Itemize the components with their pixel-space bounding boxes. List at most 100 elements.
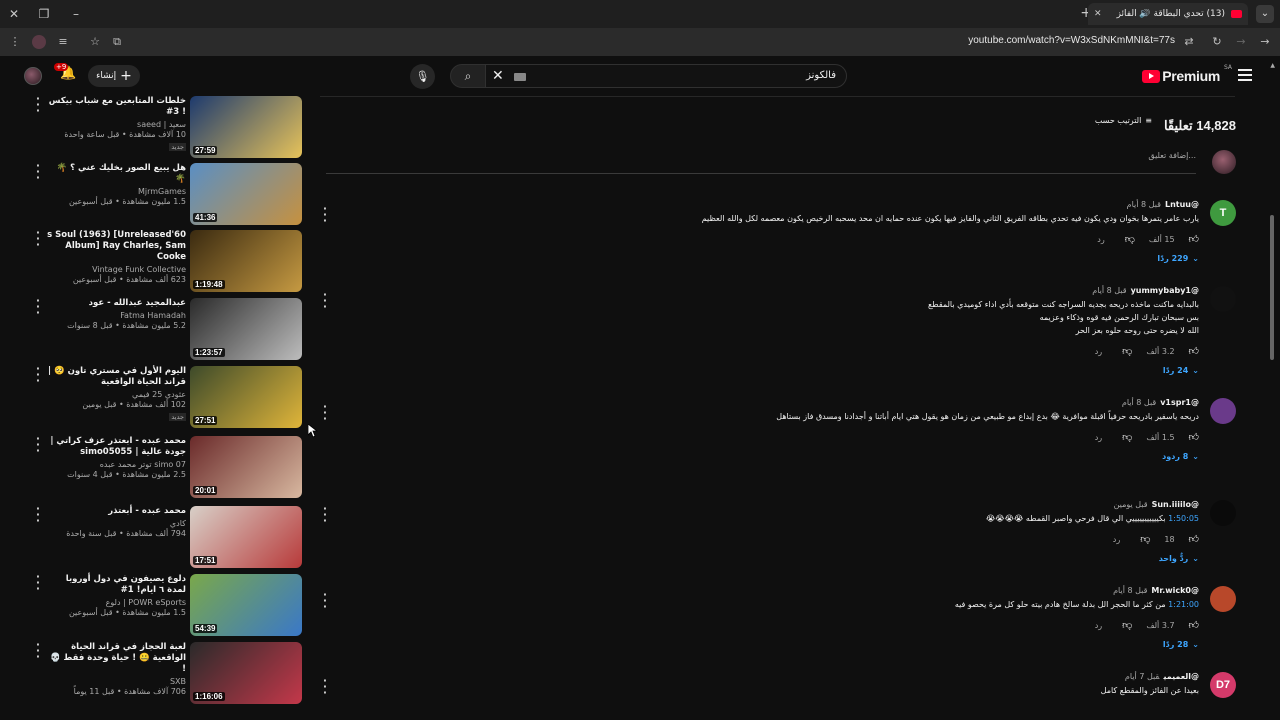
reply-button[interactable]: رد — [1113, 535, 1120, 544]
page-scrollbar[interactable] — [1270, 215, 1274, 360]
video-thumbnail[interactable]: 20:01 — [190, 436, 302, 498]
video-title[interactable]: 60's Soul (1963) [Unreleased Album] Ray … — [46, 230, 186, 263]
view-replies-button[interactable]: ⌄ ردٌّ واحد — [339, 554, 1199, 563]
video-thumbnail[interactable]: 27:51 — [190, 366, 302, 428]
notifications-button[interactable]: 🔔 +9 — [54, 63, 78, 86]
guide-menu-icon[interactable] — [1238, 69, 1252, 81]
video-thumbnail[interactable]: 41:36 — [190, 163, 302, 225]
menu-dots-icon[interactable]: ⋮ — [8, 35, 22, 49]
comment-time[interactable]: قبل 7 أيام — [1125, 672, 1160, 681]
comment-menu-icon[interactable]: · · · — [321, 675, 329, 698]
like-icon[interactable]: 👍︎ — [1189, 533, 1199, 545]
avatar[interactable] — [1210, 586, 1236, 612]
tab-search-icon[interactable]: ⌄ — [1256, 5, 1274, 23]
tab-close-icon[interactable]: ✕ — [1094, 9, 1102, 19]
video-title[interactable]: دلوع يصيفون في دول أوروبا لمدة ٦ ايام! 1… — [46, 574, 186, 596]
comment-menu-icon[interactable]: · · · — [321, 503, 329, 526]
reply-button[interactable]: رد — [1095, 433, 1102, 442]
youtube-logo[interactable]: Premium SA — [1142, 64, 1232, 84]
avatar[interactable]: T — [1210, 200, 1236, 226]
avatar[interactable]: D7 — [1210, 672, 1236, 698]
video-thumbnail[interactable]: 1:19:48 — [190, 230, 302, 292]
video-title[interactable]: خلطات المتابعين مع شباب بيكس ! 3# — [46, 96, 186, 118]
video-thumbnail[interactable]: 27:59 — [190, 96, 302, 158]
comment-menu-icon[interactable]: · · · — [321, 589, 329, 612]
avatar[interactable] — [1210, 398, 1236, 424]
comment-author[interactable]: @yummybaby1 — [1131, 286, 1199, 295]
comment-author[interactable]: @Mr.wick0 — [1151, 586, 1199, 595]
clear-search-icon[interactable]: ✕ — [492, 68, 504, 84]
recommendation-item[interactable]: 1:19:48 60's Soul (1963) [Unreleased Albu… — [0, 227, 305, 294]
video-title[interactable]: محمد عبده - أبعتذر — [46, 506, 186, 517]
dislike-icon[interactable]: 👎︎ — [1122, 345, 1132, 357]
more-actions-icon[interactable]: · · · — [34, 363, 42, 386]
more-actions-icon[interactable]: · · · — [34, 503, 42, 526]
timestamp-link[interactable]: 1:50:05 — [1168, 514, 1199, 523]
recommendation-item[interactable]: 27:59 خلطات المتابعين مع شباب بيكس ! 3# سع… — [0, 96, 305, 160]
video-thumbnail[interactable]: 1:23:57 — [190, 298, 302, 360]
close-window-icon[interactable]: ✕ — [6, 6, 22, 22]
more-actions-icon[interactable]: · · · — [34, 295, 42, 318]
dislike-icon[interactable]: 👎︎ — [1122, 431, 1132, 443]
comment-time[interactable]: قبل 8 أيام — [1122, 398, 1156, 407]
video-title[interactable]: هل يبيع الصور بخليك عني ؟ 🌴🌴 — [46, 163, 186, 185]
comment-menu-icon[interactable]: · · · — [321, 203, 329, 226]
comment-time[interactable]: قبل 8 أيام — [1127, 200, 1161, 209]
more-actions-icon[interactable]: · · · — [34, 433, 42, 456]
comment-menu-icon[interactable]: · · · — [321, 289, 329, 312]
more-actions-icon[interactable]: · · · — [34, 160, 42, 183]
comment-author[interactable]: @العميمي — [1163, 672, 1199, 681]
reply-button[interactable]: رد — [1095, 621, 1102, 630]
recommendation-item[interactable]: 1:16:06 لعبة الحجاز في قراند الحياة الواق… — [0, 639, 305, 706]
recommendation-item[interactable]: 27:51 اليوم الأول في مستري تاون 🥺 | قراند… — [0, 363, 305, 430]
avatar[interactable] — [1210, 500, 1236, 526]
video-title[interactable]: عبدالمجيد عبدالله - عود — [46, 298, 186, 309]
reply-button[interactable]: رد — [1095, 347, 1102, 356]
search-button[interactable]: ⌕ — [450, 64, 486, 88]
forward-icon[interactable]: → — [1234, 35, 1248, 49]
like-icon[interactable]: 👍︎ — [1189, 431, 1199, 443]
comment-time[interactable]: قبل 8 أيام — [1113, 586, 1147, 595]
search-input[interactable]: فالكونز ✕ — [485, 64, 847, 88]
comment-author[interactable]: @v1spr1 — [1160, 398, 1199, 407]
scroll-up-icon[interactable]: ▲ — [1270, 62, 1275, 69]
browser-tab[interactable]: (13) تحدي البطاقة 🔊 الفائز ✕ — [1088, 3, 1248, 25]
like-icon[interactable]: 👍︎ — [1189, 619, 1199, 631]
recommendation-item[interactable]: 20:01 محمد عبده - ابعتذر عزف كراتي | جودة… — [0, 433, 305, 500]
more-actions-icon[interactable]: · · · — [34, 639, 42, 662]
minimize-window-icon[interactable]: – — [68, 6, 84, 22]
share-icon[interactable]: ⧉ — [110, 35, 124, 49]
video-title[interactable]: لعبة الحجاز في قراند الحياة الواقعية 🤐 !… — [46, 642, 186, 675]
bookmark-star-icon[interactable]: ☆ — [88, 35, 102, 49]
comment-author[interactable]: @Sun.iiiilo — [1152, 500, 1199, 509]
timestamp-link[interactable]: 1:21:00 — [1168, 600, 1199, 609]
dislike-icon[interactable]: 👎︎ — [1125, 233, 1135, 245]
avatar[interactable] — [1210, 286, 1236, 312]
site-settings-icon[interactable]: ⇄ — [1182, 35, 1196, 49]
extensions-icon[interactable]: ≡ — [56, 35, 70, 49]
view-replies-button[interactable]: ⌄ 24 ردًا — [339, 366, 1199, 375]
recommendation-item[interactable]: 1:23:57 عبدالمجيد عبدالله - عود Fatma Hama… — [0, 295, 305, 362]
reload-icon[interactable]: ↻ — [1210, 35, 1224, 49]
like-icon[interactable]: 👍︎ — [1189, 345, 1199, 357]
url-field[interactable]: youtube.com/watch?v=W3xSdNKmMNI&t=77s — [968, 35, 1175, 46]
voice-search-button[interactable]: 🎙 — [410, 64, 435, 89]
view-replies-button[interactable]: ⌄ 8 ردود — [339, 452, 1199, 461]
recommendation-item[interactable]: 54:39 دلوع يصيفون في دول أوروبا لمدة ٦ اي… — [0, 571, 305, 638]
recommendation-item[interactable]: 41:36 هل يبيع الصور بخليك عني ؟ 🌴🌴 MjrmGam… — [0, 160, 305, 227]
sort-button[interactable]: الترتيب حسب ≡ — [1095, 116, 1152, 125]
like-icon[interactable]: 👍︎ — [1189, 233, 1199, 245]
more-actions-icon[interactable]: · · · — [34, 571, 42, 594]
comment-time[interactable]: قبل 8 أيام — [1092, 286, 1126, 295]
recommendation-item[interactable]: 17:51 محمد عبده - أبعتذر كادي 794 ألف مشاهد… — [0, 503, 305, 570]
back-icon[interactable]: → — [1258, 35, 1272, 49]
more-actions-icon[interactable]: · · · — [34, 227, 42, 250]
create-button[interactable]: إنشاء + — [88, 65, 140, 87]
account-avatar[interactable] — [24, 67, 42, 85]
dislike-icon[interactable]: 👎︎ — [1140, 533, 1150, 545]
comment-menu-icon[interactable]: · · · — [321, 401, 329, 424]
video-thumbnail[interactable]: 1:16:06 — [190, 642, 302, 704]
view-replies-button[interactable]: ⌄ 28 ردًا — [339, 640, 1199, 649]
add-comment-input[interactable]: إضافة تعليق... — [1148, 151, 1196, 160]
restore-window-icon[interactable]: ❐ — [36, 6, 52, 22]
